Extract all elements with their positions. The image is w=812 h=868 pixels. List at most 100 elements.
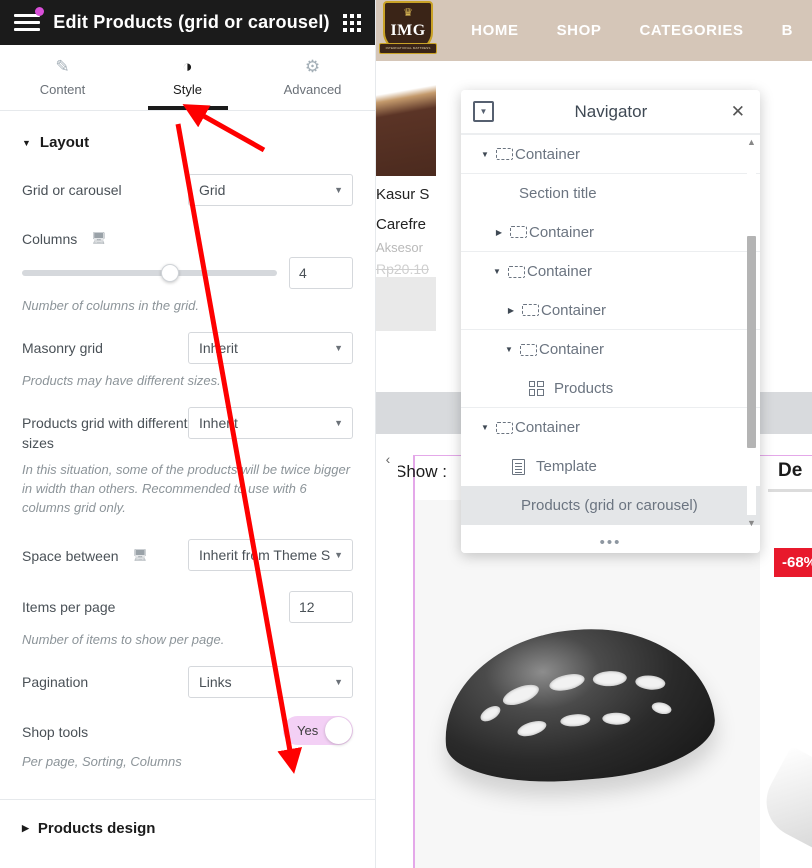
- twisty-icon[interactable]: ▶: [491, 228, 507, 237]
- control-pagination: Pagination Links ▼: [0, 661, 375, 698]
- navigator-title: Navigator: [574, 101, 648, 121]
- columns-hint: Number of columns in the grid.: [22, 298, 200, 313]
- close-icon[interactable]: ✕: [728, 102, 748, 122]
- navigator-item-label: Products (grid or carousel): [521, 497, 698, 514]
- navigator-item[interactable]: Template: [461, 447, 760, 486]
- navigator-item[interactable]: ▼ Container: [461, 408, 760, 447]
- items-per-page-hint: Number of items to show per page.: [22, 632, 225, 647]
- elementor-editor-panel: Edit Products (grid or carousel) ✎ Conte…: [0, 0, 376, 868]
- nav-item-shop[interactable]: SHOP: [538, 22, 621, 39]
- control-label: Products grid with different sizes: [22, 415, 188, 451]
- pagination-select[interactable]: Links ▼: [188, 666, 353, 698]
- scrollbar-thumb[interactable]: [747, 236, 756, 448]
- navigator-item-label: Container: [539, 341, 605, 358]
- space-between-select[interactable]: Inherit from Theme S ▼: [188, 539, 353, 571]
- section-products-design-header[interactable]: ▶ Products design: [0, 800, 375, 855]
- dock-toggle-icon[interactable]: ▼: [473, 101, 494, 122]
- navigator-resize-handle[interactable]: •••: [461, 531, 760, 553]
- panel-content-scroll[interactable]: ▼ Layout Grid or carousel Grid ▼ Columns…: [0, 112, 375, 868]
- product-price: Rp20.10: [376, 261, 429, 277]
- nav-item-categories[interactable]: CATEGORIES: [620, 22, 762, 39]
- navigator-item-selected[interactable]: Products (grid or carousel): [461, 486, 760, 525]
- control-shop-tools: Shop tools Yes: [0, 698, 375, 745]
- tab-advanced[interactable]: ⚙ Advanced: [250, 45, 375, 110]
- container-icon: [493, 148, 515, 160]
- control-items-per-page: Items per page 12: [0, 571, 375, 623]
- twisty-icon[interactable]: ▼: [489, 267, 505, 276]
- section-layout-header[interactable]: ▼ Layout: [0, 112, 375, 169]
- products-grid-different-sizes-select[interactable]: Inherit ▼: [188, 407, 353, 439]
- helmet-vent: [559, 713, 591, 728]
- shop-tools-show-label: Show :: [395, 462, 447, 481]
- navigator-scrollbar[interactable]: ▲ ▼: [746, 136, 757, 529]
- gear-icon: ⚙: [304, 57, 321, 76]
- columns-slider-row: 4: [0, 249, 375, 289]
- columns-slider[interactable]: [22, 264, 277, 282]
- helmet-shell: [436, 618, 720, 792]
- navigator-item-label: Template: [536, 458, 597, 475]
- scroll-down-icon[interactable]: ▼: [746, 517, 757, 529]
- items-per-page-input[interactable]: 12: [289, 591, 353, 623]
- desktop-icon[interactable]: 🖥: [91, 231, 106, 245]
- scroll-up-icon[interactable]: ▲: [746, 136, 757, 148]
- product-card[interactable]: Kasur S Carefre Aksesor Rp20.10: [369, 61, 436, 277]
- navigator-item-label: Container: [529, 223, 595, 241]
- container-icon: [493, 421, 515, 434]
- shop-tools-toggle[interactable]: Yes: [283, 716, 353, 745]
- tab-content-label: Content: [39, 82, 86, 97]
- masonry-grid-select[interactable]: Inherit ▼: [188, 332, 353, 364]
- container-icon: [517, 343, 539, 356]
- control-products-grid-different-sizes: Products grid with different sizes Inher…: [0, 402, 375, 453]
- navigator-item-label: Container: [515, 419, 581, 436]
- navigator-item[interactable]: ▶ Container: [461, 291, 760, 330]
- control-columns: Columns 🖥: [0, 206, 375, 249]
- navigator-item[interactable]: ▼ Container: [461, 252, 760, 291]
- logo-text: IMG: [390, 21, 426, 39]
- tab-style-label: Style: [173, 82, 202, 97]
- tab-style[interactable]: ◑ Style: [125, 45, 250, 110]
- products-icon: [525, 380, 547, 396]
- columns-number-input[interactable]: 4: [289, 257, 353, 289]
- section-heading-right: De: [778, 460, 803, 481]
- chevron-down-icon: ▼: [334, 343, 343, 353]
- columns-slider-knob[interactable]: [160, 264, 179, 282]
- nav-item-home[interactable]: HOME: [452, 22, 537, 39]
- site-header: ♛ IMG INTERNATIONAL MATTRESS GALLERY HOM…: [376, 0, 812, 61]
- twisty-icon[interactable]: ▼: [477, 423, 493, 432]
- template-icon: [507, 458, 529, 475]
- chevron-right-icon: ▶: [22, 823, 29, 833]
- preview-collapse-button[interactable]: ‹: [378, 440, 398, 478]
- tab-content[interactable]: ✎ Content: [0, 45, 125, 110]
- apps-grid-icon[interactable]: [343, 13, 361, 32]
- products-grid-different-sizes-value: Inherit: [199, 415, 238, 431]
- navigator-item[interactable]: ▼ Container: [461, 330, 760, 369]
- site-logo[interactable]: ♛ IMG INTERNATIONAL MATTRESS GALLERY: [376, 0, 440, 61]
- shop-tools-toggle-label: Yes: [297, 723, 319, 738]
- navigator-header: ▼ Navigator ✕: [461, 90, 760, 133]
- helmet-vent: [547, 671, 587, 694]
- container-icon: [505, 265, 527, 278]
- helmet-product-image: [436, 610, 720, 800]
- helmet-vent: [515, 718, 549, 740]
- navigator-panel[interactable]: ▼ Navigator ✕ ▶ Container ▼ Container Se…: [461, 90, 760, 553]
- hamburger-icon[interactable]: [14, 6, 44, 33]
- section-products-design-title: Products design: [37, 820, 156, 837]
- navigator-item-label: Container: [527, 263, 593, 280]
- navigator-item-label: Section title: [519, 185, 597, 202]
- desktop-icon[interactable]: 🖥: [132, 548, 147, 562]
- navigator-item[interactable]: ▶ Container: [461, 213, 760, 252]
- twisty-icon[interactable]: ▶: [503, 306, 519, 315]
- twisty-icon[interactable]: ▼: [501, 345, 517, 354]
- nav-item-b[interactable]: B: [763, 22, 812, 39]
- navigator-item[interactable]: Section title: [461, 174, 760, 213]
- container-icon: [519, 304, 541, 316]
- navigator-item[interactable]: Products: [461, 369, 760, 408]
- navigator-item[interactable]: ▼ Container: [461, 135, 760, 174]
- navigator-item-label: Products: [554, 379, 614, 397]
- masonry-grid-value: Inherit: [199, 340, 238, 356]
- navigator-tree[interactable]: ▶ Container ▼ Container Section title ▶ …: [461, 133, 760, 531]
- shop-tools-toggle-knob: [325, 717, 352, 744]
- twisty-icon[interactable]: ▼: [477, 150, 493, 159]
- control-label: Pagination: [22, 674, 89, 690]
- grid-or-carousel-select[interactable]: Grid ▼: [188, 174, 353, 206]
